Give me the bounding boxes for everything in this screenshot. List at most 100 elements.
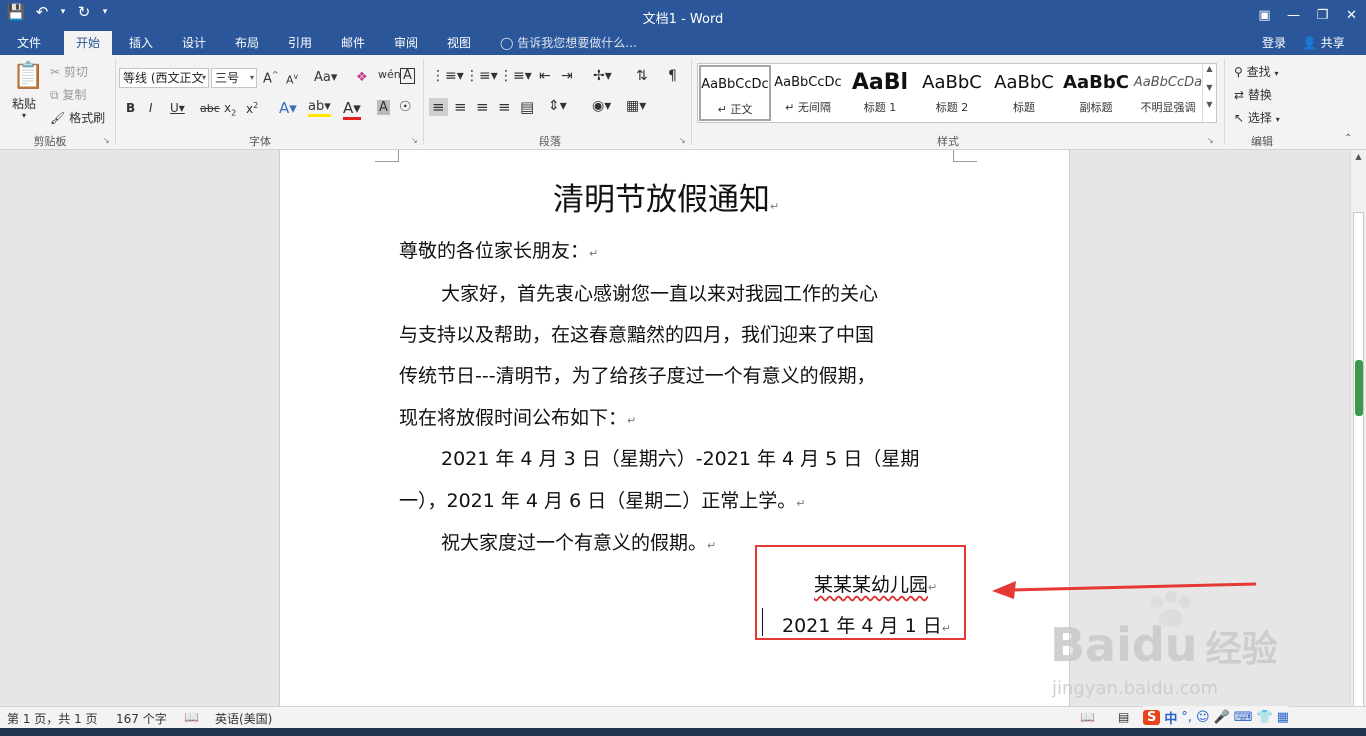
line-spacing-icon[interactable]: ⇕▾ — [548, 98, 567, 114]
replace-button[interactable]: ⇄ 替换 — [1234, 86, 1272, 103]
tab-design[interactable]: 设计 — [171, 31, 217, 55]
minimize-button[interactable]: — — [1279, 0, 1308, 31]
style-normal[interactable]: AaBbCcDc ↵ 正文 — [699, 65, 771, 121]
tab-references[interactable]: 引用 — [277, 31, 323, 55]
style-heading-1[interactable]: AaBl 标题 1 — [844, 65, 916, 121]
tab-insert[interactable]: 插入 — [118, 31, 164, 55]
paste-dropdown-icon[interactable]: ▾ — [22, 111, 26, 120]
decrease-indent-icon[interactable]: ⇤ — [539, 68, 551, 84]
emoji-icon[interactable]: ☺ — [1196, 710, 1210, 725]
select-button[interactable]: ↖ 选择 ▾ — [1234, 109, 1280, 126]
clear-formatting-icon[interactable]: ❖ — [356, 70, 368, 85]
character-border-icon[interactable]: A — [400, 68, 415, 84]
style-heading-2[interactable]: AaBbC 标题 2 — [916, 65, 988, 121]
style-subtitle[interactable]: AaBbC 副标题 — [1060, 65, 1132, 121]
font-launcher-icon[interactable]: ↘ — [411, 136, 418, 145]
text-effects-icon[interactable]: A▾ — [279, 99, 297, 117]
shading-icon[interactable]: ◉▾ — [592, 98, 611, 114]
body-line[interactable]: 大家好，首先衷心感谢您一直以来对我园工作的关心 — [441, 279, 878, 306]
document-greeting[interactable]: 尊敬的各位家长朋友：↵ — [399, 236, 598, 263]
font-name-select[interactable]: 等线 (西文正文 ▾ — [119, 68, 209, 88]
bullets-icon[interactable]: ⋮≡▾ — [431, 68, 464, 84]
tab-file[interactable]: 文件 — [4, 31, 54, 55]
toolbox-icon[interactable]: ▦ — [1277, 710, 1289, 725]
sogou-logo-icon[interactable]: S — [1143, 709, 1161, 725]
borders-icon[interactable]: ▦▾ — [626, 98, 646, 114]
body-line[interactable]: 现在将放假时间公布如下：↵ — [399, 403, 636, 430]
paste-button[interactable]: 粘贴 — [12, 95, 36, 112]
ribbon-display-options-icon[interactable]: ▣ — [1250, 0, 1279, 31]
show-marks-icon[interactable]: ¶ — [668, 68, 677, 84]
highlight-icon[interactable]: ab▾ — [308, 99, 331, 117]
phonetic-guide-icon[interactable]: wén — [378, 68, 401, 81]
increase-indent-icon[interactable]: ⇥ — [561, 68, 573, 84]
print-layout-icon[interactable]: ▤ — [1118, 710, 1129, 724]
skin-icon[interactable]: 👕 — [1257, 710, 1273, 725]
tab-home[interactable]: 开始 — [64, 31, 112, 55]
sign-in-link[interactable]: 登录 — [1262, 31, 1286, 55]
format-painter-button[interactable]: 🖌 格式刷 — [50, 109, 105, 126]
style-subtle-emphasis[interactable]: AaBbCcDa 不明显强调 — [1132, 65, 1204, 121]
chinese-layout-icon[interactable]: ✢▾ — [593, 68, 612, 84]
align-right-icon[interactable]: ≡ — [476, 98, 489, 116]
body-line[interactable]: 与支持以及帮助，在这春意黯然的四月，我们迎来了中国 — [399, 320, 874, 347]
align-center-icon[interactable]: ≡ — [454, 98, 467, 116]
superscript-icon[interactable]: x2 — [246, 101, 258, 116]
style-title[interactable]: AaBbC 标题 — [988, 65, 1060, 121]
microphone-icon[interactable]: 🎤 — [1214, 710, 1230, 725]
tab-mailings[interactable]: 邮件 — [330, 31, 376, 55]
ime-float-bar[interactable] — [1355, 360, 1363, 416]
strikethrough-icon[interactable]: abc — [200, 102, 220, 115]
restore-button[interactable]: ❐ — [1308, 0, 1337, 31]
collapse-ribbon-icon[interactable]: ⌃ — [1344, 133, 1352, 144]
font-color-icon[interactable]: A▾ — [343, 99, 361, 120]
punctuation-icon[interactable]: °, — [1181, 710, 1192, 725]
clipboard-launcher-icon[interactable]: ↘ — [103, 136, 110, 145]
scroll-up-icon[interactable]: ▲ — [1351, 152, 1366, 161]
copy-button[interactable]: ⧉ 复制 — [50, 86, 86, 103]
body-line[interactable]: 传统节日---清明节，为了给孩子度过一个有意义的假期， — [399, 361, 876, 388]
body-line[interactable]: 祝大家度过一个有意义的假期。↵ — [441, 528, 716, 555]
subscript-icon[interactable]: x2 — [224, 101, 236, 117]
underline-icon[interactable]: U▾ — [170, 101, 185, 115]
tab-view[interactable]: 视图 — [436, 31, 482, 55]
numbering-icon[interactable]: ⋮≡▾ — [465, 68, 498, 84]
character-shading-icon[interactable]: A — [377, 100, 390, 115]
font-size-select[interactable]: 三号 ▾ — [211, 68, 257, 88]
more-styles-icon[interactable]: ▼ — [1203, 100, 1216, 109]
ime-mode[interactable]: 中 — [1164, 708, 1177, 727]
close-button[interactable]: ✕ — [1337, 0, 1366, 31]
language-status[interactable]: 英语(美国) — [215, 710, 272, 727]
shrink-font-icon[interactable]: Av — [286, 72, 298, 87]
scrollbar-thumb[interactable] — [1353, 212, 1364, 712]
multilevel-list-icon[interactable]: ⋮≡▾ — [499, 68, 532, 84]
italic-icon[interactable]: I — [149, 101, 153, 115]
styles-gallery-scroll[interactable]: ▲ ▼ ▼ — [1202, 64, 1216, 122]
page-count[interactable]: 第 1 页，共 1 页 — [7, 710, 98, 727]
paragraph-launcher-icon[interactable]: ↘ — [679, 136, 686, 145]
chevron-up-icon[interactable]: ▲ — [1203, 64, 1216, 73]
share-button[interactable]: 👤 共享 — [1302, 31, 1345, 55]
align-left-icon[interactable]: ≡ — [429, 98, 448, 116]
body-line[interactable]: 一），2021 年 4 月 6 日（星期二）正常上学。↵ — [399, 486, 805, 513]
tab-layout[interactable]: 布局 — [224, 31, 270, 55]
enclose-characters-icon[interactable]: ☉ — [399, 99, 412, 115]
cut-button[interactable]: ✂ 剪切 — [50, 63, 88, 80]
find-button[interactable]: ⚲ 查找 ▾ — [1234, 63, 1278, 80]
word-count[interactable]: 167 个字 — [116, 710, 167, 727]
document-title[interactable]: 清明节放假通知↵ — [553, 174, 779, 219]
bold-icon[interactable]: B — [126, 101, 135, 115]
vertical-scrollbar[interactable]: ▲ — [1350, 150, 1366, 712]
tell-me-box[interactable]: ◯ 告诉我您想要做什么... — [500, 31, 637, 55]
tab-review[interactable]: 审阅 — [383, 31, 429, 55]
style-no-spacing[interactable]: AaBbCcDc ↵ 无间隔 — [772, 65, 844, 121]
read-mode-icon[interactable]: 📖 — [1080, 710, 1095, 724]
sort-icon[interactable]: ⇅ — [636, 68, 648, 84]
styles-launcher-icon[interactable]: ↘ — [1207, 136, 1214, 145]
justify-icon[interactable]: ≡ — [498, 98, 511, 116]
distributed-icon[interactable]: ▤ — [520, 98, 534, 116]
change-case-icon[interactable]: Aa▾ — [314, 70, 337, 85]
keyboard-icon[interactable]: ⌨ — [1234, 710, 1253, 725]
grow-font-icon[interactable]: A^ — [263, 70, 279, 86]
paste-icon[interactable]: 📋 — [12, 61, 44, 91]
